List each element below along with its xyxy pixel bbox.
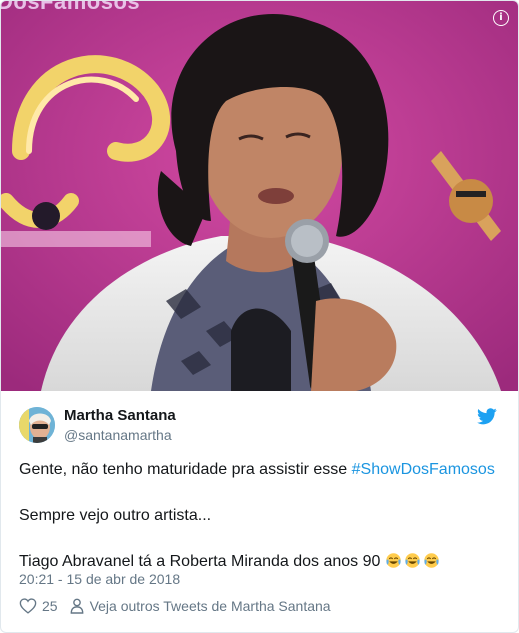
hashtag-link[interactable]: #ShowDosFamosos [352,461,495,478]
tweet-line-3: Tiago Abravanel tá a Roberta Miranda dos… [19,551,509,573]
twitter-bird-icon[interactable] [477,408,497,425]
tweet-header: Martha Santana @santanamartha [19,405,503,445]
tweet-line-3-text: Tiago Abravanel tá a Roberta Miranda dos… [19,553,381,570]
tweet-card: DosFamosos i Martha Santana @santanamart… [0,0,519,633]
tears-of-joy-emoji-icon [424,553,439,568]
author-handle[interactable]: @santanamartha [64,427,172,443]
tweet-line-1: Gente, não tenho maturidade pra assistir… [19,459,509,481]
tweet-actions: 25 Veja outros Tweets de Martha Santana [19,598,331,614]
tears-of-joy-emoji-icon [386,553,401,568]
info-icon[interactable]: i [493,10,509,26]
tweet-line-2: Sempre vejo outro artista... [19,507,212,524]
tweet-photo[interactable]: DosFamosos i [1,1,518,391]
tweet-text: Gente, não tenho maturidade pra assistir… [19,459,509,573]
photo-image [1,1,518,391]
author-name[interactable]: Martha Santana [64,407,176,424]
heart-icon[interactable] [19,598,37,614]
tears-of-joy-emoji-icon [405,553,420,568]
see-more-tweets-link[interactable]: Veja outros Tweets de Martha Santana [90,598,331,614]
person-icon [70,598,83,614]
tweet-timestamp[interactable]: 20:21 - 15 de abr de 2018 [19,571,180,587]
photo-watermark: DosFamosos [1,1,141,14]
tweet-line-1-text: Gente, não tenho maturidade pra assistir… [19,461,352,478]
avatar[interactable] [19,407,55,443]
like-count[interactable]: 25 [42,598,58,614]
